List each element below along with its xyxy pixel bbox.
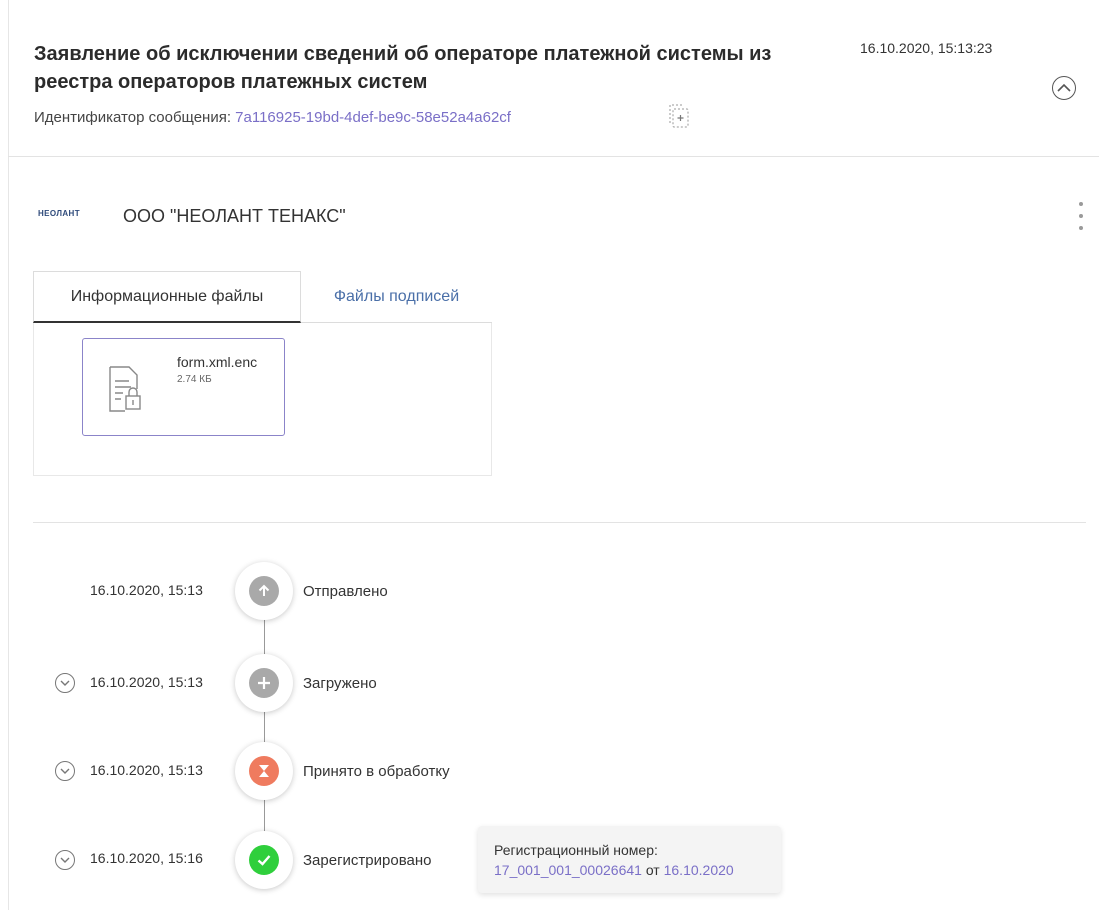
chevron-up-icon	[1057, 83, 1071, 92]
timeline-item-sent: 16.10.2020, 15:13 Отправлено	[0, 562, 700, 622]
more-options-icon[interactable]	[1073, 200, 1089, 232]
timeline-item-accepted: 16.10.2020, 15:13 Принято в обработку	[0, 742, 700, 802]
section-divider	[33, 522, 1086, 523]
hourglass-icon	[249, 756, 279, 786]
file-size: 2.74 КБ	[177, 374, 212, 385]
timeline-label: Загружено	[303, 675, 377, 692]
file-card[interactable]: form.xml.enc 2.74 КБ	[82, 338, 285, 436]
org-logo: НЕОЛАНТ	[38, 209, 80, 218]
message-id-row: Идентификатор сообщения: 7a116925-19bd-4…	[34, 109, 511, 126]
timeline-node	[235, 831, 293, 889]
timeline-time: 16.10.2020, 15:13	[90, 674, 203, 690]
timeline-label: Зарегистрировано	[303, 852, 432, 869]
collapse-button[interactable]	[1052, 76, 1076, 100]
timeline-label: Отправлено	[303, 583, 388, 600]
message-timestamp: 16.10.2020, 15:13:23	[860, 40, 993, 56]
encrypted-file-icon	[109, 366, 141, 412]
registration-date[interactable]: 16.10.2020	[664, 862, 734, 878]
timeline-node	[235, 654, 293, 712]
timeline-time: 16.10.2020, 15:16	[90, 850, 203, 866]
file-tabs: Информационные файлы Файлы подписей	[33, 271, 492, 323]
tab-info-files[interactable]: Информационные файлы	[33, 271, 301, 323]
message-header: Заявление об исключении сведений об опер…	[8, 0, 1099, 157]
check-icon	[249, 845, 279, 875]
message-id-value[interactable]: 7a116925-19bd-4def-be9c-58e52a4a62cf	[235, 109, 511, 126]
message-title: Заявление об исключении сведений об опер…	[34, 43, 772, 93]
timeline-line	[264, 600, 265, 858]
timeline-node	[235, 562, 293, 620]
message-id-label: Идентификатор сообщения:	[34, 109, 236, 126]
tab-signature-files[interactable]: Файлы подписей	[301, 271, 492, 323]
timeline-node	[235, 742, 293, 800]
file-name: form.xml.enc	[177, 354, 258, 370]
timeline-time: 16.10.2020, 15:13	[90, 762, 203, 778]
expand-icon[interactable]	[55, 673, 75, 693]
registration-label: Регистрационный номер:	[494, 842, 658, 858]
registration-from: от	[645, 862, 660, 878]
timeline-time: 16.10.2020, 15:13	[90, 582, 203, 598]
expand-icon[interactable]	[55, 761, 75, 781]
plus-icon	[249, 668, 279, 698]
expand-icon[interactable]	[55, 850, 75, 870]
timeline-item-loaded: 16.10.2020, 15:13 Загружено	[0, 654, 700, 714]
registration-number[interactable]: 17_001_001_00026641	[494, 862, 642, 878]
arrow-up-icon	[249, 576, 279, 606]
copy-icon[interactable]	[668, 103, 690, 129]
timeline-label: Принято в обработку	[303, 763, 450, 780]
registration-tooltip: Регистрационный номер: 17_001_001_000266…	[478, 826, 781, 893]
org-name: ООО "НЕОЛАНТ ТЕНАКС"	[123, 206, 346, 226]
registration-details: 17_001_001_00026641 от 16.10.2020	[494, 860, 765, 880]
